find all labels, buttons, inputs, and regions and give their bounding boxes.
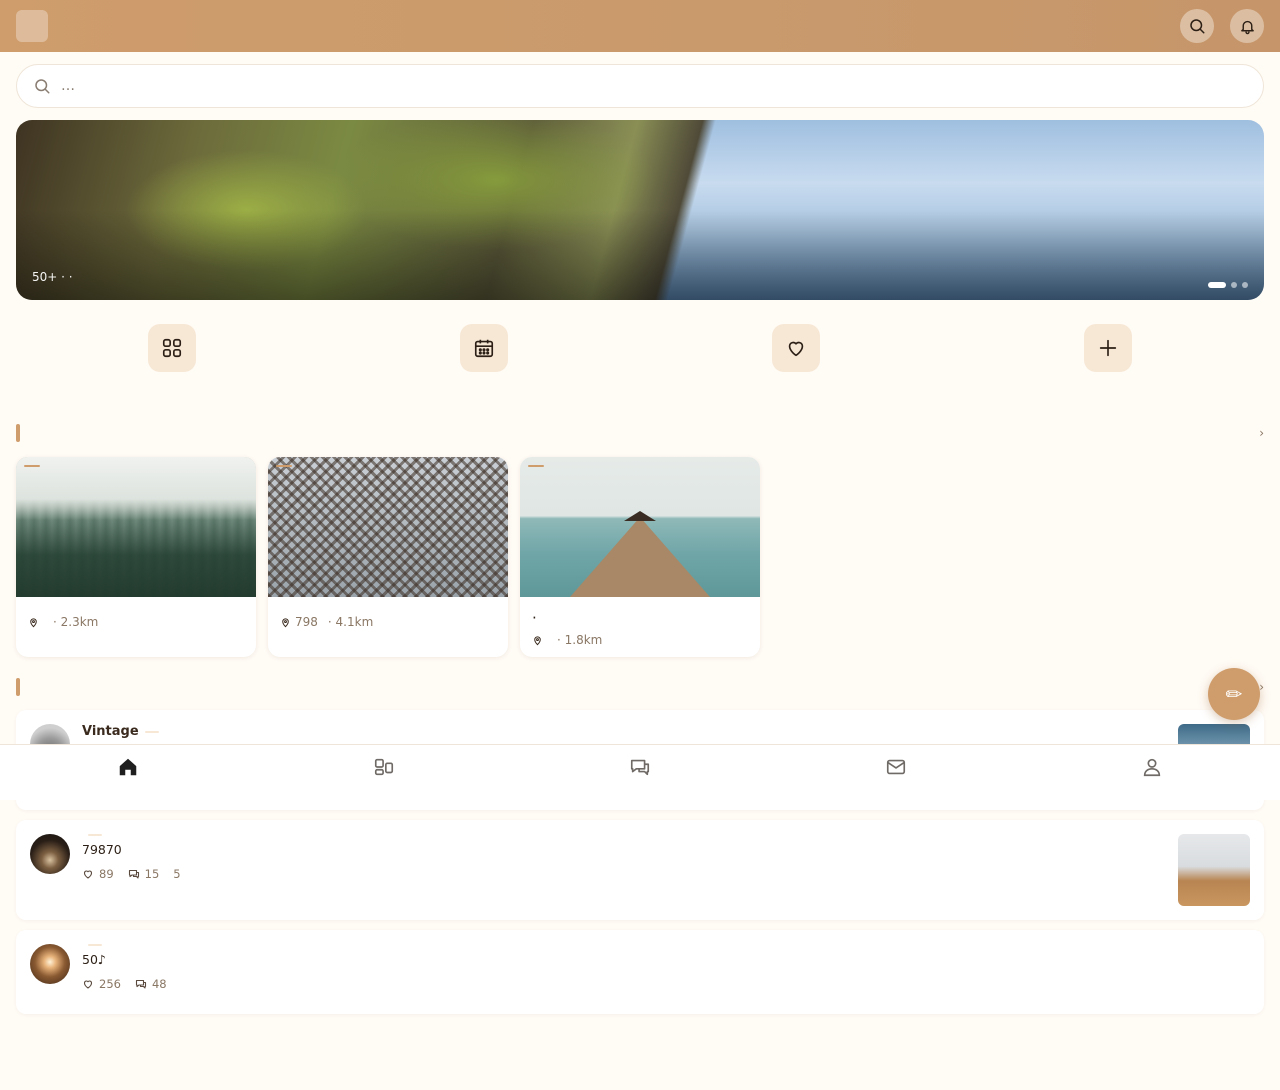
pencil-icon: ✏ (1225, 682, 1243, 706)
like-count: 256 (99, 977, 121, 991)
user-badge (88, 944, 102, 946)
location-pin-icon (534, 635, 541, 645)
search-icon (1190, 19, 1205, 34)
section-accent-bar (16, 424, 20, 442)
discover-icon (374, 758, 394, 776)
post-card[interactable]: 79870 89 15 5 (16, 820, 1264, 920)
spot-title: · (532, 609, 537, 627)
spot-card[interactable]: 798 · 4.1km (268, 457, 508, 657)
spot-distance: · 4.1km (327, 615, 374, 629)
spot-card[interactable]: · · 1.8km (520, 457, 760, 657)
home-icon (119, 758, 137, 776)
avatar[interactable] (30, 834, 70, 874)
comment-count: 15 (144, 867, 160, 881)
quick-action-create[interactable] (952, 324, 1264, 378)
post-text: 50♪ (82, 952, 106, 967)
user-icon (1143, 758, 1161, 777)
grid-icon (162, 338, 182, 358)
quick-action-favorites[interactable] (640, 324, 952, 378)
quick-action-all[interactable] (16, 324, 328, 378)
post-text: 79870 (82, 842, 122, 857)
hero-banner[interactable]: 50+ · · (16, 120, 1264, 300)
spot-location: 798 (295, 615, 318, 629)
spot-card[interactable]: · 2.3km (16, 457, 256, 657)
see-all-link[interactable]: › (1259, 426, 1264, 440)
header-search-button[interactable] (1180, 9, 1214, 43)
spot-image (520, 457, 760, 597)
bell-icon (1240, 20, 1254, 34)
plus-icon (1099, 339, 1117, 357)
comment-icon (128, 869, 139, 879)
post-thumbnail[interactable] (1178, 834, 1250, 906)
avatar[interactable] (30, 944, 70, 984)
nav-item-discover[interactable] (256, 745, 512, 800)
banner-caption: 50+ · · (32, 266, 73, 284)
comment-button[interactable]: 15 (128, 867, 160, 881)
spot-tag (276, 465, 292, 467)
section-header-spots: › (16, 424, 1264, 442)
nav-item-messages[interactable] (768, 745, 1024, 800)
search-input[interactable] (61, 78, 1211, 94)
app-logo[interactable] (16, 10, 48, 42)
heart-icon (83, 980, 93, 989)
heart-icon (788, 341, 804, 357)
chat-icon (630, 759, 650, 776)
carousel-dots (1208, 282, 1248, 288)
location-pin-icon (282, 617, 289, 627)
spot-distance: · 1.8km (557, 633, 603, 647)
app-header (0, 0, 1280, 52)
spot-distance: · 2.3km (53, 615, 99, 629)
bottom-nav (0, 744, 1280, 800)
carousel-dot[interactable] (1242, 282, 1248, 288)
gazebo-shape (624, 501, 656, 521)
carousel-dot[interactable] (1208, 282, 1226, 288)
spot-cards: · 2.3km 798 · 4.1km · · 1.8km (16, 457, 760, 657)
spot-image (268, 457, 508, 597)
post-username[interactable]: Vintage (82, 724, 139, 739)
post-time: 5 (173, 867, 181, 881)
heart-icon (83, 870, 93, 879)
banner-subtitle: 50+ · · (32, 270, 73, 284)
comment-icon (135, 979, 147, 989)
spot-tag (24, 465, 40, 467)
like-button[interactable]: 89 (82, 867, 114, 881)
pier-shape (570, 517, 710, 597)
location-pin-icon (30, 617, 37, 627)
section-header-posts: › (16, 678, 1264, 696)
user-badge (144, 730, 159, 733)
post-card[interactable]: 50♪ 256 48 (16, 930, 1264, 1014)
quick-actions (16, 324, 1264, 378)
spot-image (16, 457, 256, 597)
search-bar[interactable] (16, 64, 1264, 108)
quick-action-calendar[interactable] (328, 324, 640, 378)
like-count: 89 (99, 867, 114, 881)
like-button[interactable]: 256 (82, 977, 121, 991)
calendar-icon (474, 339, 494, 358)
search-icon (35, 79, 50, 94)
nav-item-home[interactable] (0, 745, 256, 800)
mail-icon (886, 759, 906, 775)
nav-item-profile[interactable] (1024, 745, 1280, 800)
carousel-dot[interactable] (1231, 282, 1237, 288)
compose-fab[interactable]: ✏ (1208, 668, 1260, 720)
spot-tag (528, 465, 544, 467)
notifications-button[interactable] (1230, 9, 1264, 43)
comment-button[interactable]: 48 (135, 977, 167, 991)
nav-item-chat[interactable] (512, 745, 768, 800)
user-badge (88, 834, 102, 836)
section-accent-bar (16, 678, 20, 696)
comment-count: 48 (151, 977, 167, 991)
